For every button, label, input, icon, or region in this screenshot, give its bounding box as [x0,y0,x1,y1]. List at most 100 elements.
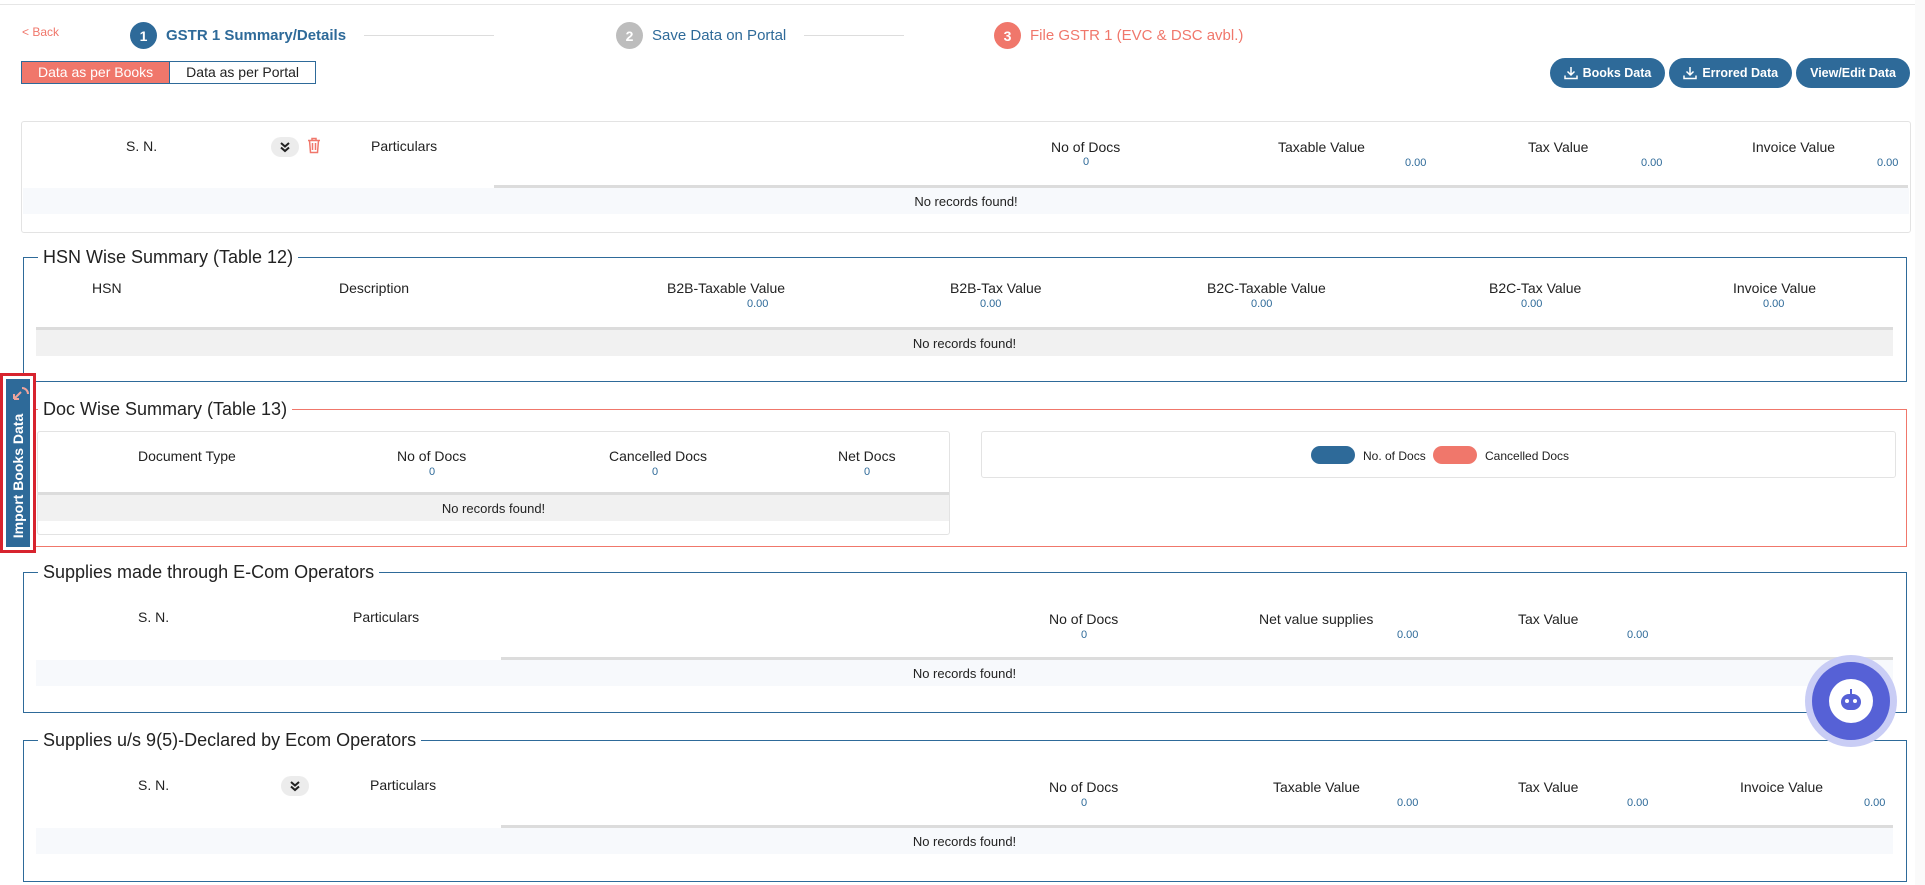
col-cancelled-docs: Cancelled Docs [609,448,708,464]
total-invoice-value: 0.00 [1864,797,1886,809]
view-edit-data-button[interactable]: View/Edit Data [1796,58,1910,88]
total-b2c-taxable-value: 0.00 [1251,298,1273,310]
action-buttons: Books Data Errored Data View/Edit Data [1549,58,1910,88]
empty-state: No records found! [36,660,1893,686]
top-divider [0,4,1925,5]
step-number: 2 [616,22,643,49]
total-b2b-taxable-value: 0.00 [747,298,769,310]
books-data-label: Books Data [1582,66,1652,80]
col-particulars: Particulars [371,138,438,154]
col-invoice-value: Invoice Value [1752,139,1836,155]
legend-label-cancelled-docs: Cancelled Docs [1485,449,1570,463]
download-icon [1563,67,1578,80]
section-title: Supplies made through E-Com Operators [38,562,380,583]
total-tax-value: 0.00 [1641,157,1663,169]
data-as-per-books-button[interactable]: Data as per Books [22,62,170,83]
summary-panel: S. N. Particulars No of Docs 0 Taxable V… [21,121,1911,233]
total-net-docs: 0 [864,466,871,478]
chatbot-ring [1812,662,1890,740]
total-tax-value: 0.00 [1627,629,1649,641]
total-net-value-supplies: 0.00 [1397,629,1419,641]
total-invoice-value: 0.00 [1877,157,1899,169]
step-summary-details[interactable]: 1 GSTR 1 Summary/Details [130,22,495,49]
col-taxable-value: Taxable Value [1273,779,1360,795]
step-number: 3 [994,22,1021,49]
back-link[interactable]: < Back [22,25,59,39]
col-no-of-docs: No of Docs [1049,779,1119,795]
col-b2c-tax-value: B2C-Tax Value [1489,280,1582,296]
double-chevron-down-icon [280,142,290,153]
expand-all-button[interactable] [281,776,309,796]
col-no-of-docs: No of Docs [1049,611,1119,627]
data-source-toggle: Data as per Books Data as per Portal [21,61,317,84]
books-data-button[interactable]: Books Data [1549,58,1666,88]
col-no-of-docs: No of Docs [397,448,467,464]
chatbot-face [1829,679,1873,723]
step-save-data[interactable]: 2 Save Data on Portal [616,22,905,49]
total-b2b-tax-value: 0.00 [980,298,1002,310]
col-no-of-docs: No of Docs [1051,139,1121,155]
step-connector [364,35,495,36]
total-cancelled-docs: 0 [652,466,659,478]
col-sn: S. N. [126,138,158,154]
download-icon [1683,67,1698,80]
scrollbar[interactable] [1915,0,1925,885]
errored-data-button[interactable]: Errored Data [1669,58,1793,88]
trash-icon[interactable] [307,137,321,154]
col-net-value-supplies: Net value supplies [1259,611,1374,627]
col-invoice-value: Invoice Value [1740,779,1824,795]
col-particulars: Particulars [353,609,420,625]
col-b2b-tax-value: B2B-Tax Value [950,280,1042,296]
total-no-of-docs: 0 [429,466,436,478]
empty-state: No records found! [36,828,1893,854]
step-connector [804,35,905,36]
import-books-data-label: Import Books Data [10,414,26,539]
ecom-supplies-section: Supplies made through E-Com Operators S.… [23,562,1907,713]
col-description: Description [339,280,410,296]
doc-summary-table: Document Type No of Docs 0 Cancelled Doc… [37,431,950,535]
empty-state: No records found! [36,330,1893,356]
total-no-of-docs: 0 [1081,797,1088,809]
step-number: 1 [130,22,157,49]
total-taxable-value: 0.00 [1397,797,1419,809]
col-tax-value: Tax Value [1518,779,1579,795]
col-particulars: Particulars [370,777,437,793]
import-books-data-tab-body: Import Books Data [6,379,30,547]
legend-swatch-cancelled-docs[interactable] [1433,446,1477,464]
chatbot-button[interactable] [1805,655,1897,747]
col-tax-value: Tax Value [1528,139,1589,155]
col-sn: S. N. [138,777,170,793]
total-taxable-value: 0.00 [1405,157,1427,169]
section-title: Doc Wise Summary (Table 13) [38,399,293,420]
total-invoice-value: 0.00 [1763,298,1785,310]
import-icon [13,387,29,400]
doc-summary-section: Doc Wise Summary (Table 13) Document Typ… [23,399,1907,547]
import-books-data-tab[interactable]: Import Books Data [0,373,36,553]
section-title: Supplies u/s 9(5)-Declared by Ecom Opera… [38,730,422,751]
col-tax-value: Tax Value [1518,611,1579,627]
errored-data-label: Errored Data [1702,66,1779,80]
hsn-summary-section: HSN Wise Summary (Table 12) HSN Descript… [23,247,1907,382]
col-document-type: Document Type [138,448,236,464]
col-hsn: HSN [92,280,122,296]
data-as-per-portal-button[interactable]: Data as per Portal [169,62,316,83]
ecom-9-5-supplies-section: Supplies u/s 9(5)-Declared by Ecom Opera… [23,730,1907,882]
col-taxable-value: Taxable Value [1278,139,1365,155]
step-label: Save Data on Portal [652,27,787,44]
legend-swatch-no-of-docs[interactable] [1311,446,1355,464]
total-no-of-docs: 0 [1081,629,1088,641]
col-invoice-value: Invoice Value [1733,280,1817,296]
expand-all-button[interactable] [271,137,299,157]
section-title: HSN Wise Summary (Table 12) [38,247,299,268]
empty-state: No records found! [23,188,1909,214]
empty-state: No records found! [38,495,949,521]
total-b2c-tax-value: 0.00 [1521,298,1543,310]
robot-icon [1841,689,1861,710]
total-tax-value: 0.00 [1627,797,1649,809]
step-file-gstr1[interactable]: 3 File GSTR 1 (EVC & DSC avbl.) [994,22,1243,49]
col-b2c-taxable-value: B2C-Taxable Value [1207,280,1326,296]
step-label: GSTR 1 Summary/Details [166,27,347,44]
double-chevron-down-icon [290,781,300,792]
doc-summary-chart: No. of Docs Cancelled Docs [981,431,1896,478]
col-b2b-taxable-value: B2B-Taxable Value [667,280,786,296]
